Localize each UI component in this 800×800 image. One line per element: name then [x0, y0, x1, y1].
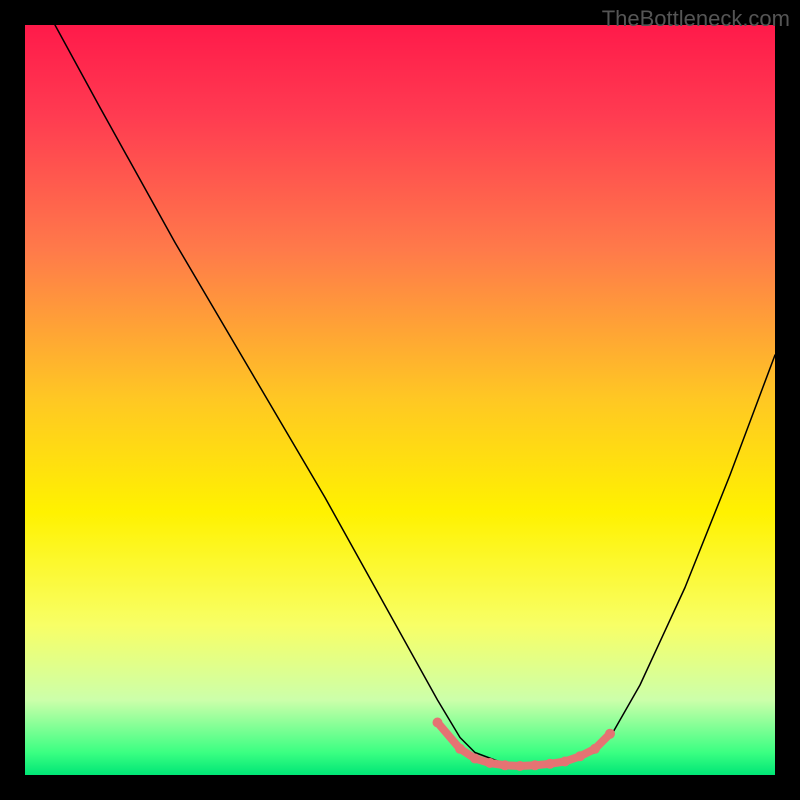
- optimal-zone-point: [515, 761, 525, 771]
- optimal-zone-point: [433, 718, 443, 728]
- chart-background: [25, 25, 775, 775]
- optimal-zone-point: [530, 760, 540, 770]
- optimal-zone-point: [470, 754, 480, 764]
- optimal-zone-point: [485, 758, 495, 768]
- optimal-zone-point: [545, 759, 555, 769]
- optimal-zone-point: [575, 751, 585, 761]
- optimal-zone-point: [590, 744, 600, 754]
- optimal-zone-point: [500, 760, 510, 770]
- chart-plot-area: [25, 25, 775, 775]
- watermark-text: TheBottleneck.com: [602, 6, 790, 32]
- chart-svg: [25, 25, 775, 775]
- optimal-zone-point: [560, 757, 570, 767]
- optimal-zone-point: [605, 729, 615, 739]
- optimal-zone-point: [455, 744, 465, 754]
